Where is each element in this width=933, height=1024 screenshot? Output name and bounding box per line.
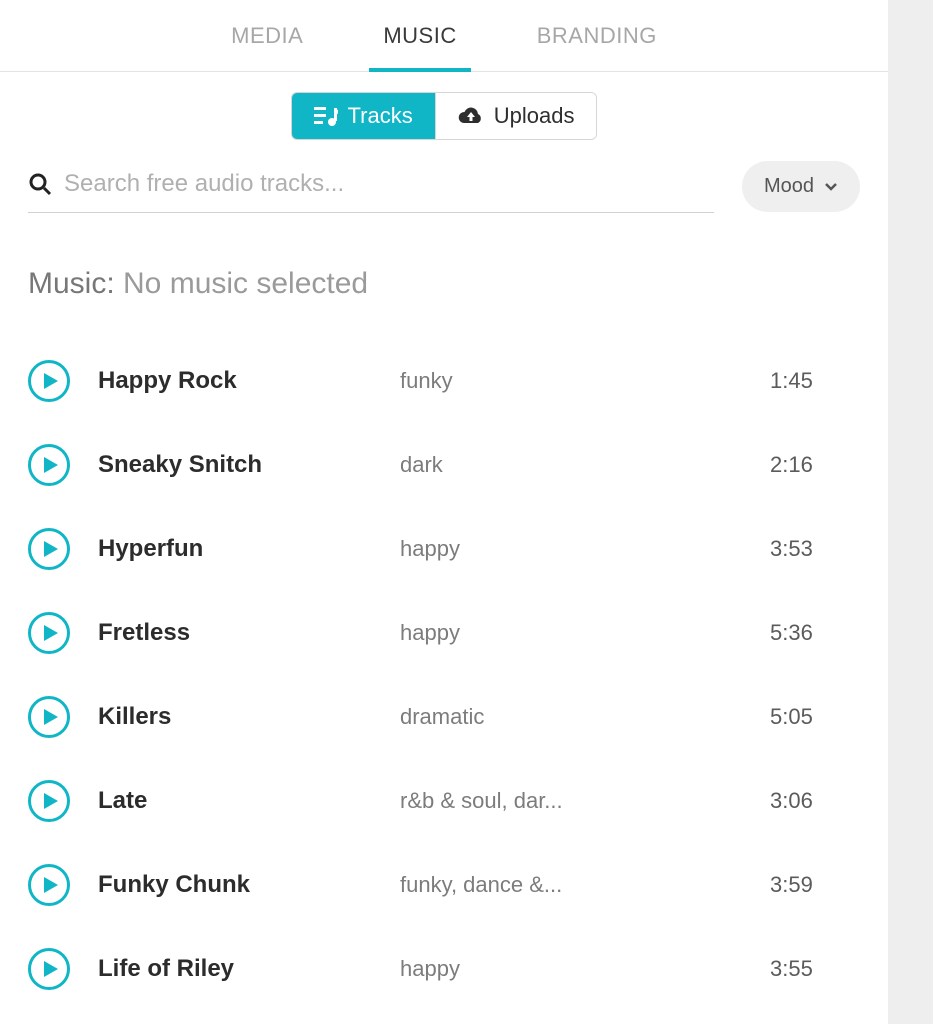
track-mood: r&b & soul, dar...: [400, 788, 770, 814]
play-icon: [40, 540, 59, 558]
play-button[interactable]: [28, 864, 70, 906]
track-mood: funky: [400, 368, 770, 394]
play-button[interactable]: [28, 780, 70, 822]
track-duration: 2:16: [770, 452, 860, 478]
track-mood: dramatic: [400, 704, 770, 730]
play-icon: [40, 372, 59, 390]
tab-branding[interactable]: BRANDING: [533, 23, 661, 49]
track-duration: 3:59: [770, 872, 860, 898]
play-button[interactable]: [28, 528, 70, 570]
play-icon: [40, 456, 59, 474]
track-row[interactable]: Late r&b & soul, dar... 3:06: [28, 759, 860, 843]
track-mood: happy: [400, 536, 770, 562]
play-icon: [40, 960, 59, 978]
uploads-toggle-label: Uploads: [494, 103, 575, 129]
segment-bar: Tracks Uploads: [0, 72, 888, 160]
track-row[interactable]: Life of Riley happy 3:55: [28, 927, 860, 1011]
play-button[interactable]: [28, 696, 70, 738]
tab-music[interactable]: MUSIC: [379, 23, 460, 49]
play-button[interactable]: [28, 360, 70, 402]
track-duration: 5:36: [770, 620, 860, 646]
play-button[interactable]: [28, 948, 70, 990]
top-nav: MEDIA MUSIC BRANDING: [0, 0, 888, 72]
search-icon: [28, 172, 52, 196]
tab-media[interactable]: MEDIA: [227, 23, 307, 49]
uploads-toggle[interactable]: Uploads: [435, 93, 597, 139]
play-button[interactable]: [28, 444, 70, 486]
play-icon: [40, 792, 59, 810]
play-button[interactable]: [28, 612, 70, 654]
track-name: Late: [70, 787, 400, 815]
track-name: Funky Chunk: [70, 871, 400, 899]
track-row[interactable]: Hyperfun happy 3:53: [28, 507, 860, 591]
search-container: [28, 160, 714, 213]
selection-value: No music selected: [123, 267, 368, 300]
track-name: Life of Riley: [70, 955, 400, 983]
track-row[interactable]: Happy Rock funky 1:45: [28, 339, 860, 423]
track-row[interactable]: Killers dramatic 5:05: [28, 675, 860, 759]
track-row[interactable]: Sneaky Snitch dark 2:16: [28, 423, 860, 507]
selection-header: Music: No music selected: [28, 267, 860, 301]
track-duration: 1:45: [770, 368, 860, 394]
track-duration: 3:55: [770, 956, 860, 982]
cloud-upload-icon: [458, 106, 484, 126]
tracks-toggle-label: Tracks: [348, 103, 413, 129]
track-mood: happy: [400, 956, 770, 982]
mood-filter-label: Mood: [764, 175, 814, 198]
play-icon: [40, 624, 59, 642]
track-duration: 3:06: [770, 788, 860, 814]
play-icon: [40, 876, 59, 894]
track-row[interactable]: Funky Chunk funky, dance &... 3:59: [28, 843, 860, 927]
track-duration: 3:53: [770, 536, 860, 562]
track-mood: funky, dance &...: [400, 872, 770, 898]
track-mood: dark: [400, 452, 770, 478]
track-name: Hyperfun: [70, 535, 400, 563]
track-row[interactable]: Fretless happy 5:36: [28, 591, 860, 675]
mood-filter[interactable]: Mood: [742, 161, 860, 212]
track-name: Sneaky Snitch: [70, 451, 400, 479]
track-name: Fretless: [70, 619, 400, 647]
chevron-down-icon: [824, 182, 838, 192]
track-mood: happy: [400, 620, 770, 646]
track-list-scroll[interactable]: Music: No music selected Happy Rock funk…: [0, 213, 888, 1024]
track-duration: 5:05: [770, 704, 860, 730]
track-name: Killers: [70, 703, 400, 731]
track-name: Happy Rock: [70, 367, 400, 395]
tracks-toggle[interactable]: Tracks: [292, 93, 435, 139]
selection-prefix: Music:: [28, 267, 123, 300]
search-input[interactable]: [64, 170, 714, 198]
playlist-icon: [314, 105, 338, 127]
play-icon: [40, 708, 59, 726]
